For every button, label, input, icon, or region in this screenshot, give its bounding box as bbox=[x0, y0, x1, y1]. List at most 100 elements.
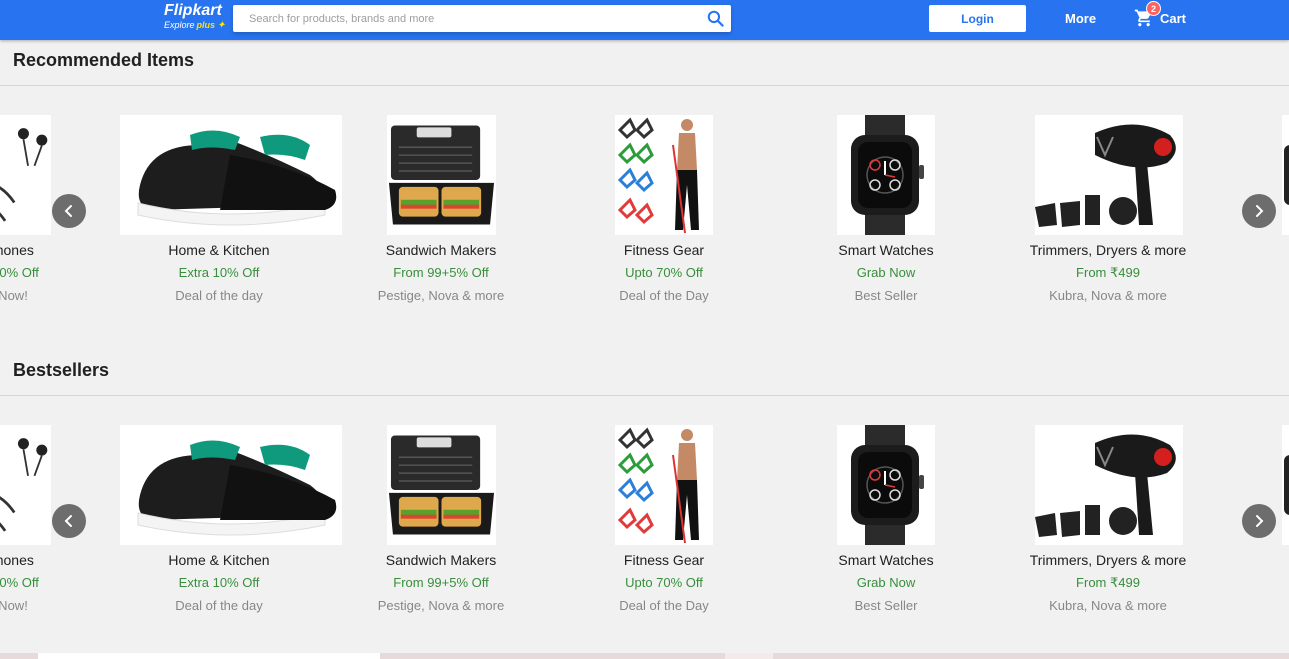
product-offer: From ₹499 bbox=[1076, 265, 1140, 280]
carousel-prev-button[interactable] bbox=[52, 504, 86, 538]
shoes-product-image[interactable] bbox=[120, 425, 342, 545]
logo-tagline: Explore plus ✦ bbox=[164, 20, 226, 31]
product-subtext bbox=[1220, 597, 1289, 615]
product-card[interactable]: Trimmers, Dryers & more From ₹499 Kubra, N… bbox=[998, 241, 1218, 305]
product-category-name: Sandwich Makers bbox=[385, 242, 497, 258]
product-offer: Grab Now bbox=[856, 265, 916, 280]
product-subtext: Best Seller bbox=[854, 288, 918, 303]
bottom-card bbox=[38, 653, 380, 659]
recommended-items-section: Recommended Items Earphones Upto 50% Off Bu… bbox=[0, 42, 1289, 332]
product-card[interactable]: Smart Watches Grab Now Best Seller bbox=[776, 241, 996, 305]
product-subtext: Deal of the Day bbox=[619, 598, 709, 613]
trimmer-product-image[interactable] bbox=[1282, 115, 1289, 235]
section-divider bbox=[0, 85, 1289, 86]
product-category-name: Trimmers, Dryers & more bbox=[1029, 242, 1187, 258]
bottom-banner-segment bbox=[725, 653, 773, 659]
trimmer-product-image[interactable] bbox=[1282, 425, 1289, 545]
chevron-left-icon bbox=[64, 515, 72, 527]
chevron-right-icon bbox=[1256, 515, 1264, 527]
product-offer: Upto 50% Off bbox=[0, 575, 39, 590]
product-card[interactable]: M bbox=[1220, 551, 1289, 615]
product-offer: Upto 50% Off bbox=[0, 265, 39, 280]
more-menu[interactable]: More bbox=[1065, 11, 1096, 26]
bottom-banner-strip bbox=[0, 653, 1289, 659]
product-subtext: Kubra, Nova & more bbox=[1049, 288, 1167, 303]
product-subtext: Kubra, Nova & more bbox=[1049, 598, 1167, 613]
login-button[interactable]: Login bbox=[929, 5, 1026, 32]
product-offer: From ₹499 bbox=[1076, 575, 1140, 590]
resistance-bands-product-image[interactable] bbox=[615, 425, 713, 545]
product-subtext: Pestige, Nova & more bbox=[377, 288, 505, 303]
product-offer: M bbox=[1220, 264, 1289, 282]
product-category-name: Earphones bbox=[0, 242, 34, 258]
product-card[interactable]: Smart Watches Grab Now Best Seller bbox=[776, 551, 996, 615]
carousel-next-button[interactable] bbox=[1242, 194, 1276, 228]
product-category-name: Trimmers, Dryers & more bbox=[1029, 552, 1187, 568]
sandwich-maker-product-image[interactable] bbox=[387, 425, 496, 545]
product-card[interactable]: Home & Kitchen Extra 10% Off Deal of the d… bbox=[109, 241, 329, 305]
product-category-name bbox=[1220, 551, 1289, 569]
product-offer: Upto 70% Off bbox=[625, 265, 703, 280]
chevron-right-icon bbox=[1256, 205, 1264, 217]
smart-watch-product-image[interactable] bbox=[837, 115, 935, 235]
resistance-bands-product-image[interactable] bbox=[615, 115, 713, 235]
product-card[interactable]: M bbox=[1220, 241, 1289, 305]
product-category-name: Smart Watches bbox=[838, 552, 934, 568]
search-icon[interactable] bbox=[706, 9, 725, 28]
chevron-left-icon bbox=[64, 205, 72, 217]
smart-watch-product-image[interactable] bbox=[837, 425, 935, 545]
search-bar bbox=[233, 5, 731, 32]
product-card[interactable]: Fitness Gear Upto 70% Off Deal of the Day bbox=[554, 551, 774, 615]
product-card[interactable]: Sandwich Makers From 99+5% Off Pestige, No… bbox=[331, 551, 551, 615]
product-offer: Extra 10% Off bbox=[178, 265, 260, 280]
search-input[interactable] bbox=[249, 5, 689, 32]
section-title: Bestsellers bbox=[13, 360, 110, 380]
hair-dryer-product-image[interactable] bbox=[1035, 425, 1183, 545]
product-subtext: Best Seller bbox=[854, 598, 918, 613]
product-card[interactable]: Sandwich Makers From 99+5% Off Pestige, No… bbox=[331, 241, 551, 305]
product-card[interactable]: Home & Kitchen Extra 10% Off Deal of the d… bbox=[109, 551, 329, 615]
product-card[interactable]: Fitness Gear Upto 70% Off Deal of the Day bbox=[554, 241, 774, 305]
product-category-name: Sandwich Makers bbox=[385, 552, 497, 568]
product-subtext: Buy Now! bbox=[0, 288, 28, 303]
product-offer: Upto 70% Off bbox=[625, 575, 703, 590]
product-card[interactable]: Earphones Upto 50% Off Buy Now! bbox=[0, 551, 110, 615]
section-divider bbox=[0, 395, 1289, 396]
carousel-prev-button[interactable] bbox=[52, 194, 86, 228]
product-offer: From 99+5% Off bbox=[393, 575, 489, 590]
product-category-name bbox=[1220, 241, 1289, 259]
bestsellers-section: Bestsellers Earphones Upto 50% Off Buy Now!… bbox=[0, 352, 1289, 642]
product-offer: Grab Now bbox=[856, 575, 916, 590]
section-title: Recommended Items bbox=[13, 50, 195, 70]
product-offer: From 99+5% Off bbox=[393, 265, 489, 280]
sandwich-maker-product-image[interactable] bbox=[387, 115, 496, 235]
hair-dryer-product-image[interactable] bbox=[1035, 115, 1183, 235]
logo-tag-explore: Explore bbox=[164, 20, 195, 30]
logo-tag-plus: plus bbox=[196, 20, 216, 30]
product-subtext: Deal of the day bbox=[175, 288, 263, 303]
product-subtext: Buy Now! bbox=[0, 598, 28, 613]
carousel-next-button[interactable] bbox=[1242, 504, 1276, 538]
cart-label: Cart bbox=[1160, 10, 1187, 26]
product-card[interactable]: Earphones Upto 50% Off Buy Now! bbox=[0, 241, 110, 305]
product-category-name: Home & Kitchen bbox=[168, 552, 270, 568]
logo-brand: Flipkart bbox=[164, 2, 222, 19]
product-offer: Extra 10% Off bbox=[178, 575, 260, 590]
product-subtext bbox=[1220, 287, 1289, 305]
product-category-name: Smart Watches bbox=[838, 242, 934, 258]
product-subtext: Deal of the day bbox=[175, 598, 263, 613]
cart-count-badge: 2 bbox=[1146, 1, 1161, 16]
top-header: Flipkart Explore plus ✦ Login More Cart … bbox=[0, 0, 1289, 40]
product-category-name: Fitness Gear bbox=[623, 552, 705, 568]
product-category-name: Fitness Gear bbox=[623, 242, 705, 258]
product-category-name: Earphones bbox=[0, 552, 34, 568]
earphones-product-image[interactable] bbox=[0, 425, 51, 545]
product-category-name: Home & Kitchen bbox=[168, 242, 270, 258]
product-subtext: Deal of the Day bbox=[619, 288, 709, 303]
product-card[interactable]: Trimmers, Dryers & more From ₹499 Kubra, N… bbox=[998, 551, 1218, 615]
flipkart-logo[interactable]: Flipkart Explore plus ✦ bbox=[164, 2, 226, 31]
product-subtext: Pestige, Nova & more bbox=[377, 598, 505, 613]
shoes-product-image[interactable] bbox=[120, 115, 342, 235]
plus-star-icon: ✦ bbox=[217, 20, 226, 31]
earphones-product-image[interactable] bbox=[0, 115, 51, 235]
